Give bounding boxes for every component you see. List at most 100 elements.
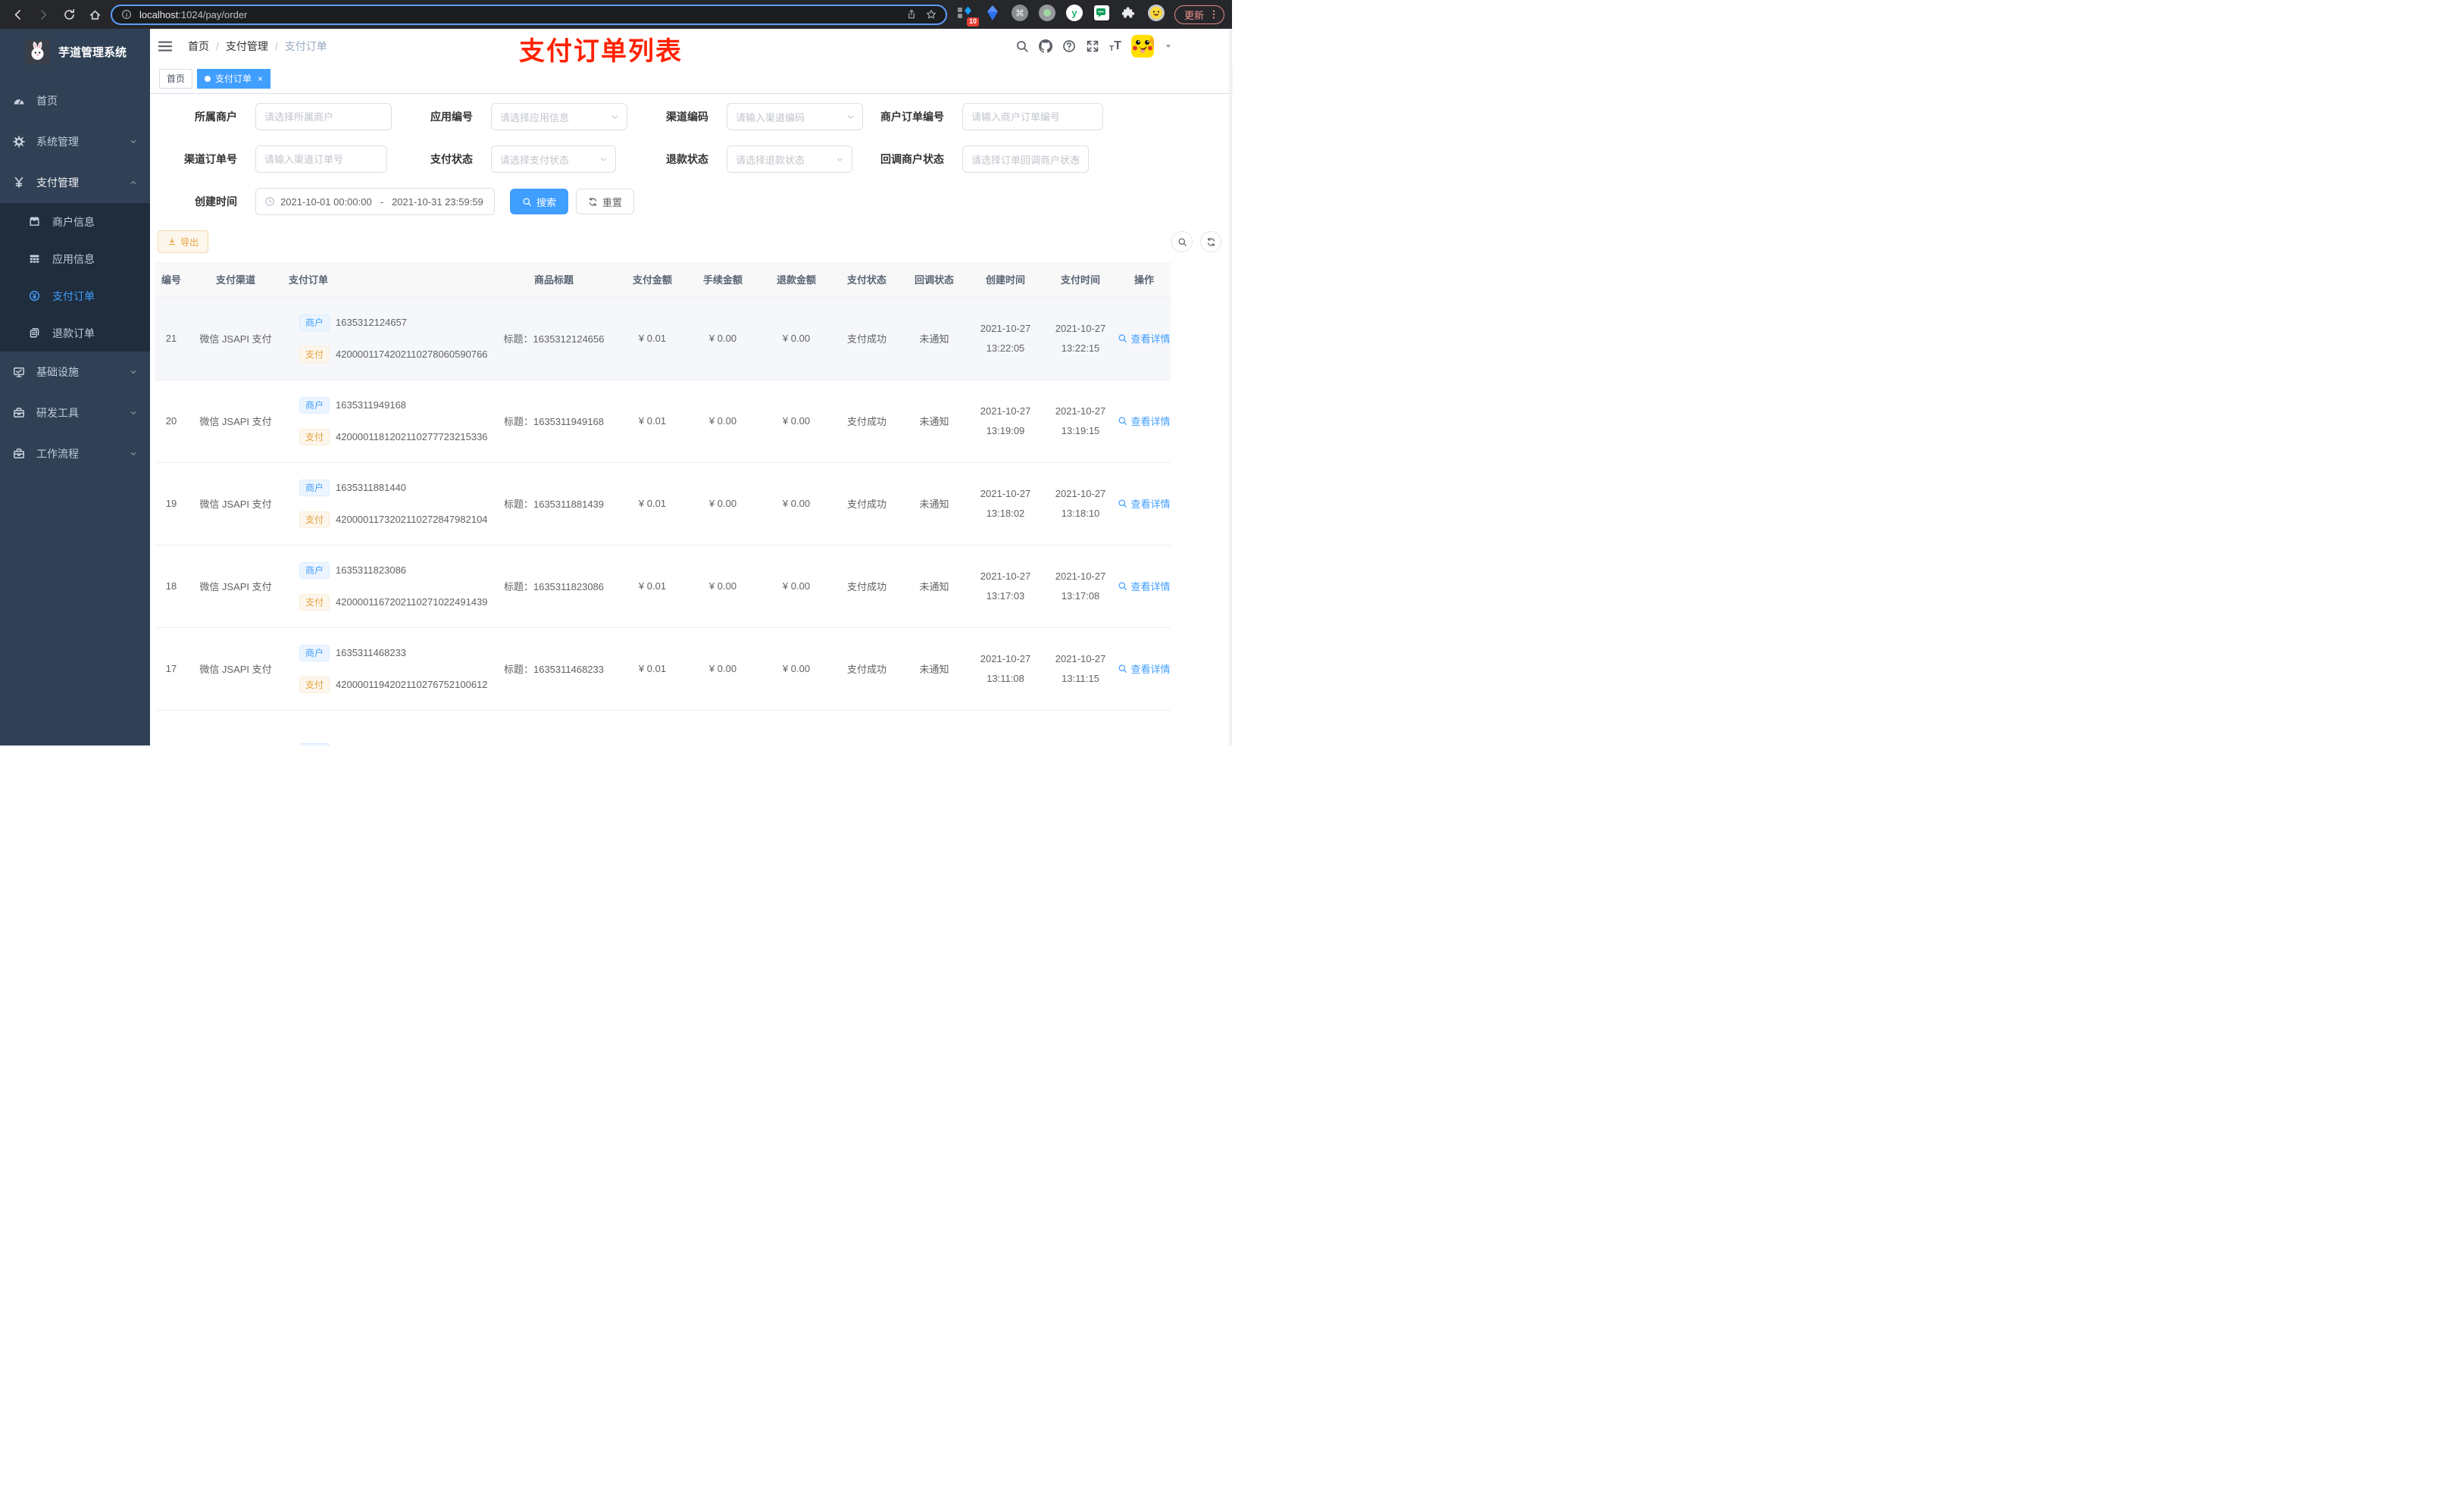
sidebar-item-5[interactable]: 工作流程 xyxy=(0,433,150,474)
view-icon xyxy=(1118,333,1127,343)
view-icon xyxy=(1118,581,1127,591)
merchant-order-no: 1635311823086 xyxy=(336,564,407,576)
github-icon[interactable] xyxy=(1039,39,1053,53)
record-extension-icon[interactable] xyxy=(1038,4,1056,23)
site-info-icon[interactable] xyxy=(120,8,133,21)
filter-select[interactable]: 请选择支付状态 xyxy=(491,145,616,173)
toggle-search-button[interactable] xyxy=(1171,231,1193,252)
filter-label: 渠道编码 xyxy=(666,111,708,123)
pin-extension-icon[interactable]: 10 xyxy=(956,5,979,27)
filter-input[interactable] xyxy=(962,103,1103,130)
date-start-value[interactable]: 2021-10-01 00:00:00 xyxy=(280,196,372,208)
filter-input[interactable] xyxy=(255,103,392,130)
filter-select[interactable]: 请选择退款状态 xyxy=(727,145,852,173)
callback-status-cell: 未通知 xyxy=(901,380,968,463)
sidebar-subitem-1[interactable]: 应用信息 xyxy=(0,240,150,277)
filter-field: 所属商户 xyxy=(170,103,406,130)
view-details-link[interactable]: 查看详情 xyxy=(1118,661,1171,676)
share-icon[interactable] xyxy=(905,8,918,21)
tab-close-icon[interactable]: × xyxy=(258,73,263,84)
help-icon[interactable] xyxy=(1062,39,1076,53)
export-button[interactable]: 导出 xyxy=(158,230,209,253)
fullscreen-icon[interactable] xyxy=(1086,39,1099,53)
profile-avatar-icon[interactable] xyxy=(1147,4,1165,23)
refund-amount-cell: ¥ 0.00 xyxy=(760,297,833,380)
svg-text:⌘: ⌘ xyxy=(1015,8,1024,18)
avatar-dropdown-icon[interactable] xyxy=(1164,42,1173,51)
pay-order-cell: 商户 1635311468233 支付 42000011942021102767521… xyxy=(284,627,489,711)
bookmark-star-icon[interactable] xyxy=(924,8,938,21)
filter-select[interactable]: 请输入渠道编码 xyxy=(727,103,863,130)
view-details-link[interactable]: 查看详情 xyxy=(1118,331,1171,345)
view-details-link[interactable]: 查看详情 xyxy=(1118,414,1171,428)
workflow-icon xyxy=(13,448,25,460)
breadcrumb-item[interactable]: 支付管理 xyxy=(226,39,268,54)
extensions-puzzle-icon[interactable] xyxy=(1120,5,1138,23)
chevron-down-icon xyxy=(610,112,620,122)
url-bar[interactable]: localhost:1024/pay/order xyxy=(111,4,947,25)
sidebar-item-1[interactable]: 系统管理 xyxy=(0,121,150,162)
chat-extension-icon[interactable] xyxy=(1093,5,1111,23)
created-time-range-picker[interactable]: 2021-10-01 00:00:00 - 2021-10-31 23:59:5… xyxy=(255,188,495,215)
browser-menu-icon[interactable] xyxy=(1209,9,1219,20)
breadcrumb-item[interactable]: 首页 xyxy=(188,39,209,54)
text-input[interactable] xyxy=(264,111,383,123)
text-input[interactable] xyxy=(971,111,1094,123)
sidebar-item-0[interactable]: 首页 xyxy=(0,80,150,121)
sidebar-item-2[interactable]: 支付管理 xyxy=(0,162,150,203)
tab-支付订单[interactable]: 支付订单 × xyxy=(197,68,271,89)
search-button[interactable]: 搜索 xyxy=(510,189,569,214)
command-extension-icon[interactable]: ⌘ xyxy=(1011,4,1029,23)
pay-order-cell: 商户 1635311881440 支付 42000011732021102728479… xyxy=(284,462,489,545)
select-placeholder: 请选择应用信息 xyxy=(500,111,570,123)
app-logo[interactable]: 芋道管理系统 xyxy=(0,29,150,68)
filter-label: 退款状态 xyxy=(666,153,708,165)
sidebar-item-label: 研发工具 xyxy=(36,407,79,419)
browser-update-button[interactable]: 更新 xyxy=(1174,5,1224,24)
header-search-icon[interactable] xyxy=(1015,39,1029,53)
tab-首页[interactable]: 首页 xyxy=(159,68,193,89)
home-icon[interactable] xyxy=(85,5,105,24)
filter-label: 应用编号 xyxy=(430,111,473,123)
filter-label: 商户订单编号 xyxy=(880,111,944,123)
reset-button[interactable]: 重置 xyxy=(576,189,635,214)
user-avatar[interactable] xyxy=(1131,35,1154,58)
created-time-cell: 2021-10-27 13:22:05 xyxy=(968,297,1043,380)
table-row: 19 微信 JSAPI 支付 商户 1635311881440 支付 4200001173… xyxy=(155,462,1171,545)
view-details-link[interactable]: 查看详情 xyxy=(1118,579,1171,593)
sidebar-item-label: 工作流程 xyxy=(36,448,79,460)
sidebar-subitem-2[interactable]: 支付订单 xyxy=(0,277,150,314)
sidebar-item-3[interactable]: 基础设施 xyxy=(0,352,150,392)
column-header-支付状态: 支付状态 xyxy=(833,262,901,298)
product-title-cell xyxy=(489,710,619,746)
table-row: 17 微信 JSAPI 支付 商户 1635311468233 支付 4200001194… xyxy=(155,627,1171,711)
sidebar-subitem-3[interactable]: 退款订单 xyxy=(0,314,150,352)
refund-amount-cell: ¥ 0.00 xyxy=(760,462,833,545)
date-end-value[interactable]: 2021-10-31 23:59:59 xyxy=(392,196,483,208)
pay-amount-cell xyxy=(619,710,686,746)
sidebar-item-4[interactable]: 研发工具 xyxy=(0,392,150,433)
text-input[interactable] xyxy=(264,153,378,165)
reload-icon[interactable] xyxy=(59,5,79,24)
table-toolbar: 导出 xyxy=(158,230,1221,253)
kite-extension-icon[interactable] xyxy=(983,5,1002,23)
hamburger-icon[interactable] xyxy=(158,39,176,54)
order-id-cell xyxy=(155,710,187,746)
back-icon[interactable] xyxy=(8,5,27,24)
chat-extension-icon xyxy=(1093,5,1109,24)
font-size-icon[interactable]: TT xyxy=(1109,39,1121,53)
sidebar-subitem-0[interactable]: 商户信息 xyxy=(0,203,150,240)
y-extension-icon[interactable]: y xyxy=(1065,4,1083,23)
filter-input[interactable] xyxy=(255,145,387,173)
refresh-table-button[interactable] xyxy=(1200,231,1221,252)
view-details-link[interactable]: 查看详情 xyxy=(1118,496,1171,511)
sidebar: 芋道管理系统 首页 系统管理 支付管理 商户信息 应用信息 支付订单 退款订单 基础设施研发工… xyxy=(0,29,150,746)
pay-status-cell: 支付成功 xyxy=(833,462,901,545)
forward-icon[interactable] xyxy=(33,5,53,24)
filter-select[interactable]: 请选择订单回调商户状态 xyxy=(962,145,1089,173)
chevron-down-icon xyxy=(599,155,608,164)
url-text[interactable]: localhost:1024/pay/order xyxy=(139,9,899,20)
column-header-支付金额: 支付金额 xyxy=(619,262,686,298)
pay-amount-cell: ¥ 0.01 xyxy=(619,545,686,628)
filter-select[interactable]: 请选择应用信息 xyxy=(491,103,627,130)
